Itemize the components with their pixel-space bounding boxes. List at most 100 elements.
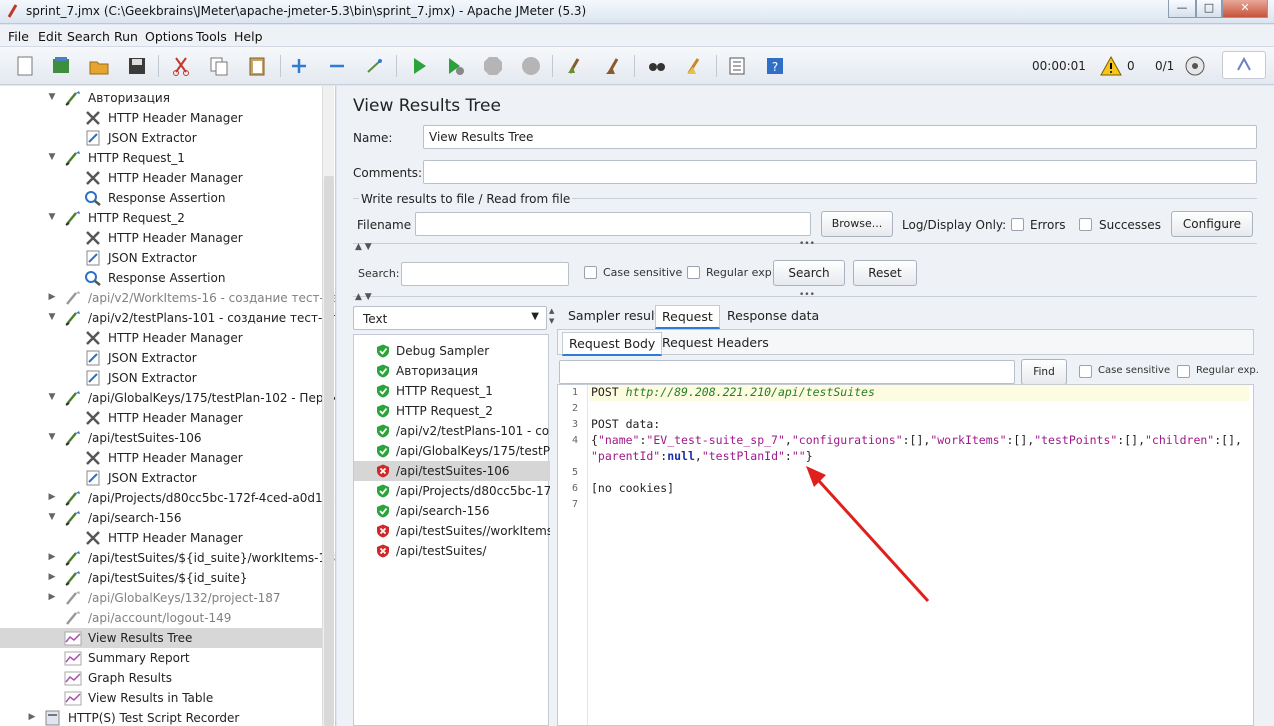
open-icon[interactable] [88,55,110,77]
splitter-grip-icon[interactable]: ••• [799,239,815,253]
tree-node[interactable]: HTTP Header Manager [0,448,322,468]
result-item[interactable]: HTTP Request_2 [354,401,550,421]
collapse-icon[interactable]: ▼ [47,392,57,402]
configure-button[interactable]: Configure [1171,211,1253,237]
tree-node[interactable]: HTTP Header Manager [0,228,322,248]
tree-node[interactable]: ▼ /api/GlobalKeys/175/testPlan-102 - Пере… [0,388,335,408]
expand-icon[interactable]: ▶ [47,292,57,302]
tree-node[interactable]: ▼ HTTP Request_1 [0,148,322,168]
results-splitter[interactable]: ▲ ▼ [549,306,557,726]
search-icon[interactable] [646,55,668,77]
paste-icon[interactable] [246,55,268,77]
tab-sampler-result[interactable]: Sampler result [562,305,665,329]
result-item[interactable]: /api/v2/testPlans-101 - созда [354,421,550,441]
filename-field[interactable] [415,212,811,236]
find-regex-checkbox[interactable] [1177,365,1190,378]
tree-scrollbar-thumb[interactable] [324,176,334,726]
tab-request-body[interactable]: Request Body [562,332,663,356]
result-item[interactable]: Debug Sampler [354,341,550,361]
cut-icon[interactable] [170,55,192,77]
copy-icon[interactable] [208,55,230,77]
start-no-pauses-icon[interactable] [444,55,466,77]
templates-icon[interactable] [50,55,72,77]
tree-node[interactable]: JSON Extractor [0,248,322,268]
tree-node[interactable]: ▼ HTTP Request_2 [0,208,322,228]
result-item[interactable]: /api/testSuites-106 [354,461,550,481]
start-icon[interactable] [408,55,430,77]
maximize-button[interactable]: □ [1196,0,1222,18]
expand-icon[interactable]: ▶ [27,712,37,722]
tree-node[interactable]: ▶ /api/Projects/d80cc5bc-172f-4ced-a0d1-a… [0,488,335,508]
search-field[interactable] [401,262,569,286]
comments-field[interactable] [423,160,1257,184]
tree-node[interactable]: ▼ /api/v2/testPlans-101 - создание тест-п… [0,308,335,328]
reset-search-icon[interactable] [684,55,706,77]
browse-button[interactable]: Browse... [821,211,893,237]
find-case-sensitive-checkbox[interactable] [1079,365,1092,378]
collapse-icon[interactable]: ▼ [47,152,57,162]
errors-checkbox[interactable] [1011,218,1024,231]
tree-node[interactable]: HTTP Header Manager [0,408,322,428]
save-icon[interactable] [126,55,148,77]
tree-node[interactable]: HTTP Header Manager [0,168,322,188]
tree-node[interactable]: ▶ /api/testSuites/${id_suite} [0,568,322,588]
request-body-viewer[interactable]: 1 2 3 4 5 6 7 POST http://89.208.221.210… [557,384,1254,726]
tree-node[interactable]: Response Assertion [0,268,322,288]
regex-checkbox[interactable] [687,266,700,279]
result-item[interactable]: /api/GlobalKeys/175/testPlar [354,441,550,461]
collapse-icon[interactable]: ▼ [47,212,57,222]
clear-all-icon[interactable] [602,55,624,77]
tree-node[interactable]: HTTP Header Manager [0,328,322,348]
help-icon[interactable]: ? [764,55,786,77]
find-button[interactable]: Find [1021,359,1067,385]
result-item[interactable]: HTTP Request_1 [354,381,550,401]
tree-node[interactable]: JSON Extractor [0,368,322,388]
menu-search[interactable]: Search [67,29,110,44]
tree-node[interactable]: HTTP Header Manager [0,108,322,128]
tree-node[interactable]: Response Assertion [0,188,322,208]
close-button[interactable]: ✕ [1222,0,1268,18]
collapse-icon[interactable]: ▼ [47,312,57,322]
menu-options[interactable]: Options [145,29,193,44]
case-sensitive-checkbox[interactable] [584,266,597,279]
collapse-icon[interactable]: ▼ [47,512,57,522]
tree-node[interactable]: JSON Extractor [0,348,322,368]
splitter-grip-icon[interactable]: ••• [799,290,815,304]
tab-request-headers[interactable]: Request Headers [656,332,775,356]
reset-button[interactable]: Reset [853,260,917,286]
tab-response-data[interactable]: Response data [721,305,825,329]
expand-icon[interactable]: ▶ [47,552,57,562]
toggle-icon[interactable] [364,55,386,77]
tree-node[interactable]: ▼ /api/testSuites-106 [0,428,322,448]
add-icon[interactable] [288,55,310,77]
splitter-arrows-icon[interactable]: ▲ ▼ [355,242,372,256]
menu-edit[interactable]: Edit [38,29,62,44]
result-item[interactable]: /api/Projects/d80cc5bc-172f- [354,481,550,501]
collapse-icon[interactable]: ▼ [47,432,57,442]
clear-icon[interactable] [564,55,586,77]
tree-node[interactable]: View Results in Table [0,688,322,708]
new-icon[interactable] [14,55,36,77]
menu-run[interactable]: Run [114,29,138,44]
expand-icon[interactable]: ▶ [47,572,57,582]
expand-icon[interactable]: ▶ [47,592,57,602]
menu-help[interactable]: Help [234,29,263,44]
result-item[interactable]: /api/testSuites//workItems-15 [354,521,550,541]
function-helper-icon[interactable] [726,55,748,77]
warning-icon[interactable] [1100,55,1122,77]
result-item[interactable]: /api/testSuites/ [354,541,550,561]
minimize-button[interactable]: — [1168,0,1196,18]
log-viewer-icon[interactable] [1222,51,1266,79]
tree-node[interactable]: ▶ HTTP(S) Test Script Recorder [0,708,322,726]
shutdown-icon[interactable] [520,55,542,77]
tree-scrollbar[interactable] [322,86,334,726]
search-button[interactable]: Search [773,260,845,286]
tree-node[interactable]: HTTP Header Manager [0,528,322,548]
splitter-arrows-icon[interactable]: ▲ ▼ [355,292,372,306]
tree-node[interactable]: JSON Extractor [0,468,322,488]
successes-checkbox[interactable] [1079,218,1092,231]
tree-node[interactable]: Graph Results [0,668,322,688]
result-item[interactable]: /api/search-156 [354,501,550,521]
expand-icon[interactable]: ▶ [47,492,57,502]
tab-request[interactable]: Request [655,305,720,329]
